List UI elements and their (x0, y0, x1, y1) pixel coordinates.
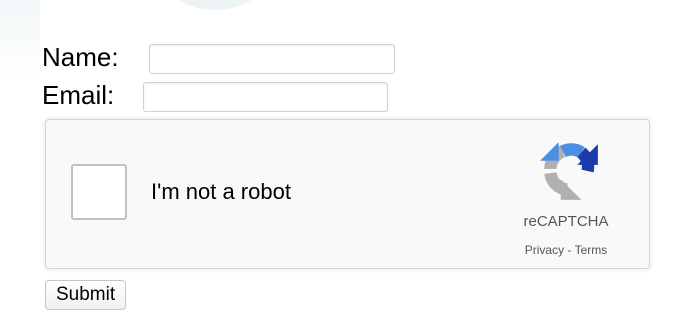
recaptcha-links: Privacy - Terms (486, 242, 646, 258)
submit-button[interactable]: Submit (45, 280, 127, 310)
page: Name: Email: I'm not a robot reCAPTCHA P… (0, 0, 684, 336)
recaptcha-widget: I'm not a robot reCAPTCHA Privacy - Term… (45, 119, 650, 269)
recaptcha-label: I'm not a robot (151, 179, 291, 204)
recaptcha-logo-icon (540, 142, 598, 200)
privacy-link[interactable]: Privacy (525, 243, 564, 257)
terms-link[interactable]: Terms (575, 243, 608, 257)
links-separator: - (564, 243, 575, 257)
background-decoration (160, 0, 270, 10)
email-label: Email: (42, 80, 115, 110)
recaptcha-checkbox[interactable] (71, 164, 127, 220)
name-label: Name: (42, 42, 119, 72)
email-input[interactable] (143, 82, 388, 112)
recaptcha-brand: reCAPTCHA (523, 213, 609, 230)
background-tint (0, 0, 40, 80)
name-input[interactable] (149, 44, 395, 74)
